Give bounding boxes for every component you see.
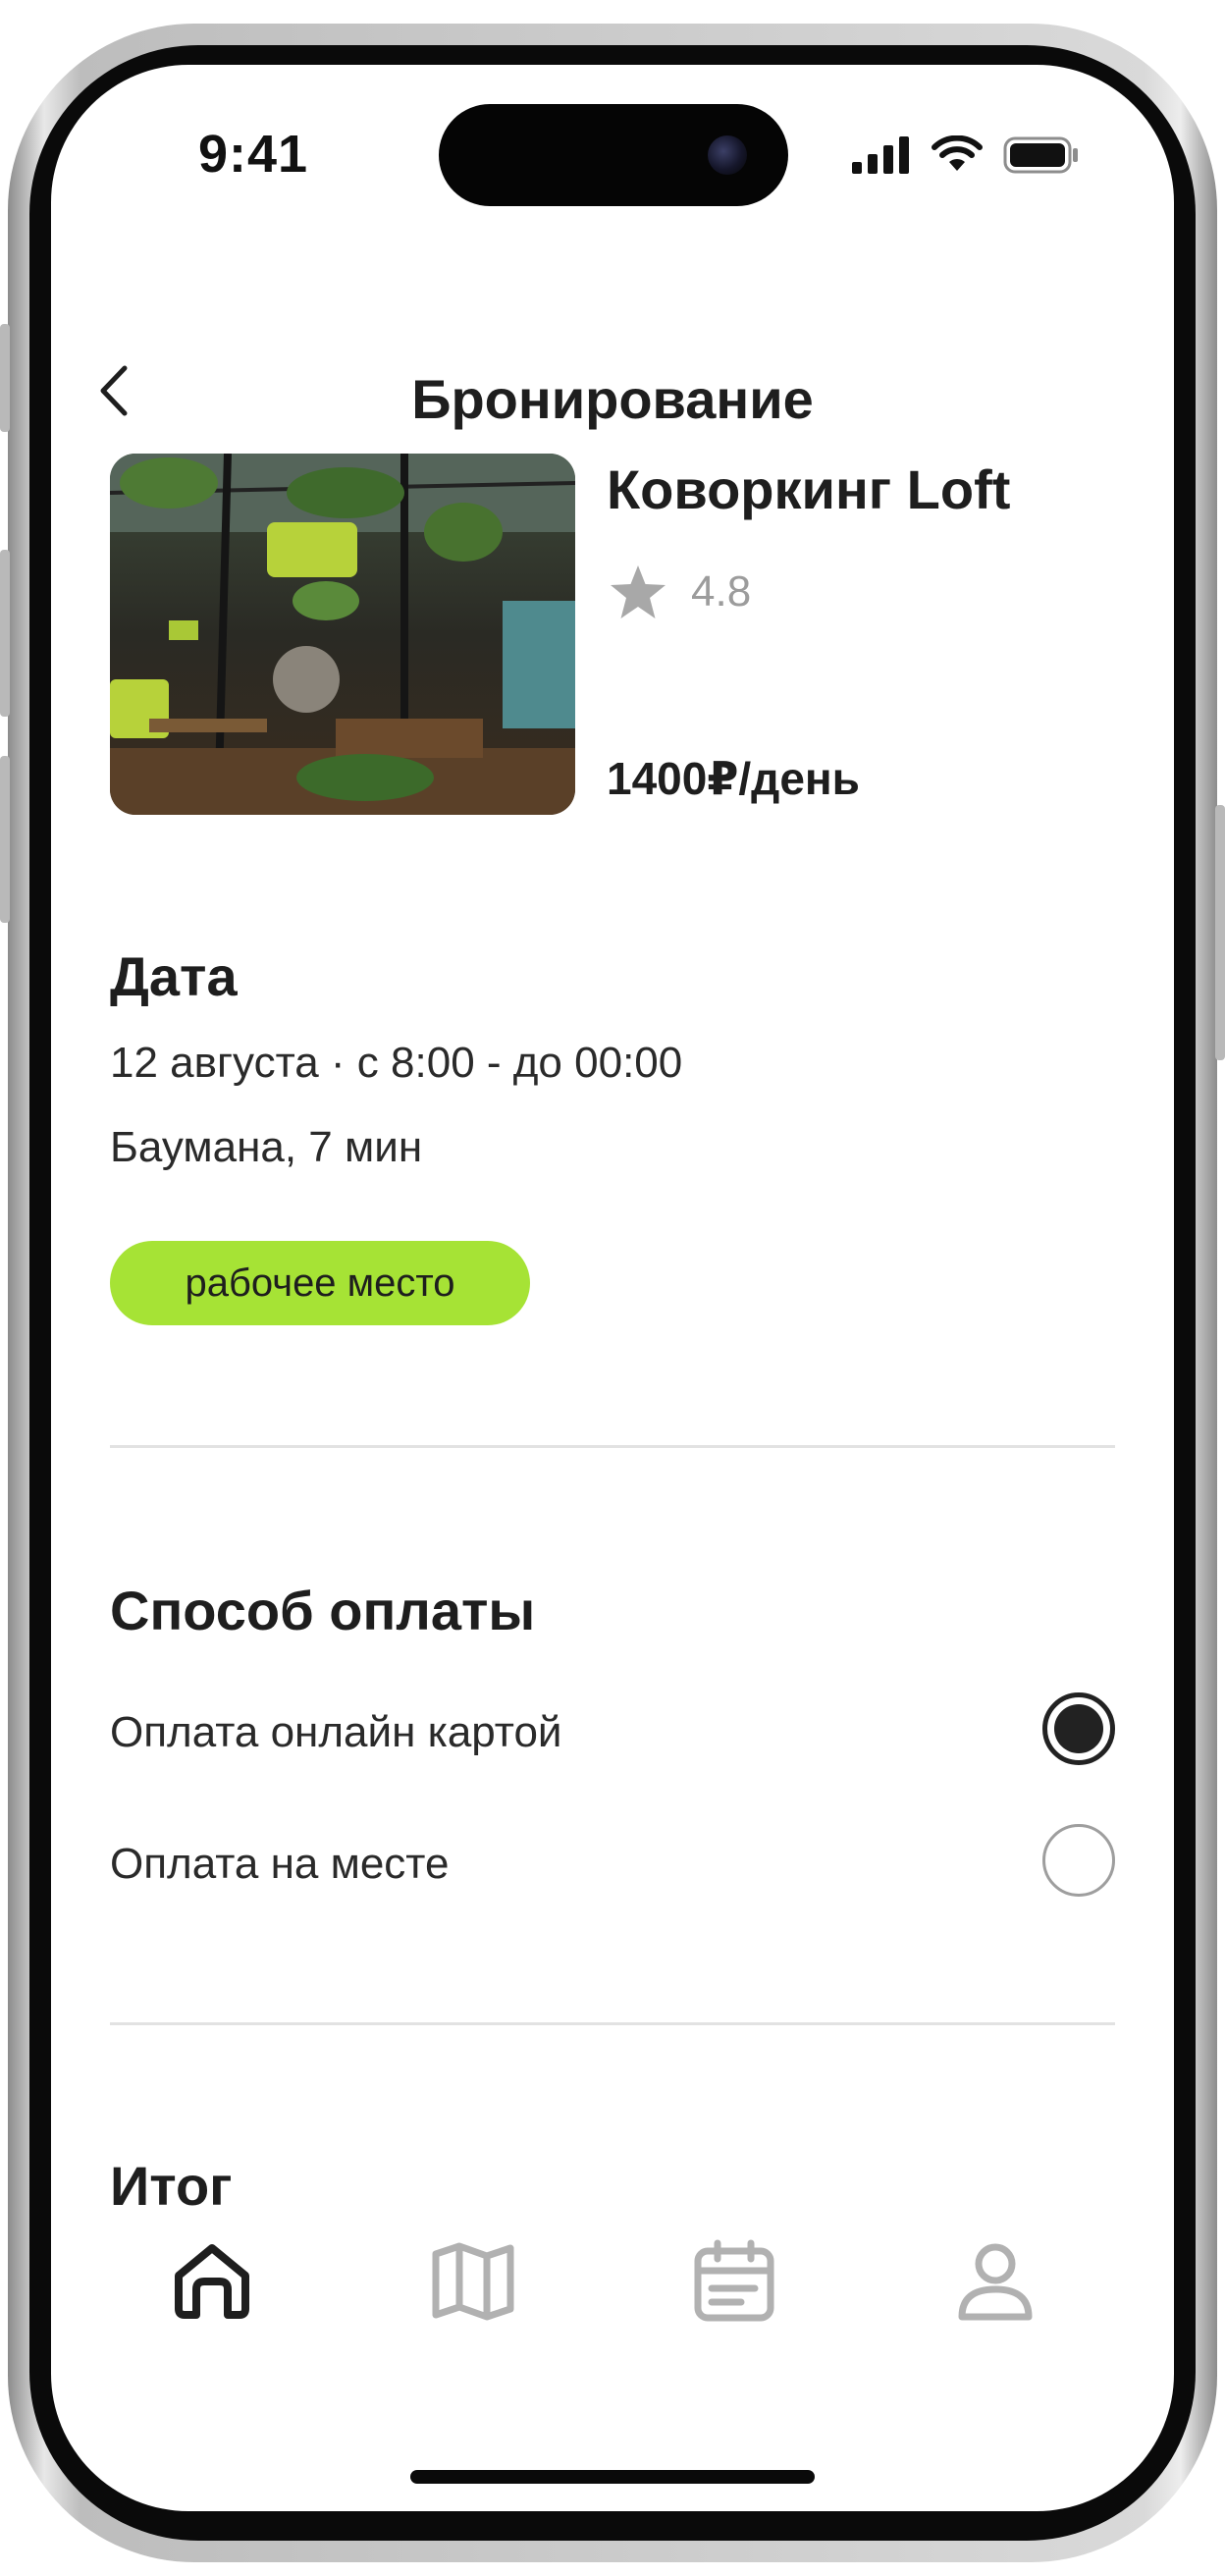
- app-screen: 9:41 Бронирование Коворкинг Loft 4.8 140…: [51, 65, 1174, 2511]
- payment-option-onsite-label[interactable]: Оплата на месте: [110, 1840, 449, 1889]
- nav-home[interactable]: [163, 2232, 261, 2331]
- home-icon: [175, 2244, 249, 2319]
- side-button-power: [1215, 805, 1225, 1060]
- date-title: Дата: [110, 945, 238, 1007]
- rating: 4.8: [609, 564, 751, 620]
- camera-icon: [708, 135, 747, 175]
- side-button-volume-down: [0, 756, 10, 923]
- nav-map[interactable]: [424, 2232, 522, 2331]
- date-time: 12 августа · с 8:00 - до 00:00: [110, 1039, 683, 1087]
- nav-calendar[interactable]: [685, 2232, 783, 2331]
- battery-icon: [1003, 136, 1078, 174]
- payment-title: Способ оплаты: [110, 1580, 536, 1641]
- venue-name: Коворкинг Loft: [607, 458, 1011, 520]
- venue-photo[interactable]: [110, 454, 575, 815]
- map-icon: [432, 2242, 514, 2321]
- summary-title: Итог: [110, 2155, 233, 2217]
- calendar-icon: [694, 2239, 774, 2322]
- radio-selected-dot: [1054, 1704, 1103, 1753]
- divider: [110, 1445, 1115, 1448]
- dynamic-island: [439, 104, 788, 206]
- status-time: 9:41: [198, 125, 309, 184]
- signal-icon: [852, 136, 909, 174]
- star-icon: [611, 565, 666, 618]
- side-button-volume-up: [0, 550, 10, 717]
- home-indicator[interactable]: [410, 2470, 815, 2484]
- payment-option-onsite-radio[interactable]: [1042, 1824, 1115, 1897]
- payment-option-card-radio[interactable]: [1042, 1692, 1115, 1765]
- workspace-tag: рабочее место: [110, 1241, 530, 1325]
- metro-station: Баумана, 7 мин: [110, 1123, 423, 1171]
- status-icons: [852, 134, 1080, 177]
- venue-photo-image: [110, 454, 575, 815]
- divider: [110, 2022, 1115, 2025]
- profile-icon: [958, 2243, 1033, 2321]
- side-button-action: [0, 324, 10, 432]
- price: 1400₽/день: [607, 753, 860, 804]
- nav-profile[interactable]: [946, 2232, 1044, 2331]
- wifi-icon: [932, 135, 983, 171]
- page-title: Бронирование: [411, 368, 814, 430]
- rating-value: 4.8: [691, 567, 752, 616]
- payment-option-card-label[interactable]: Оплата онлайн картой: [110, 1708, 562, 1757]
